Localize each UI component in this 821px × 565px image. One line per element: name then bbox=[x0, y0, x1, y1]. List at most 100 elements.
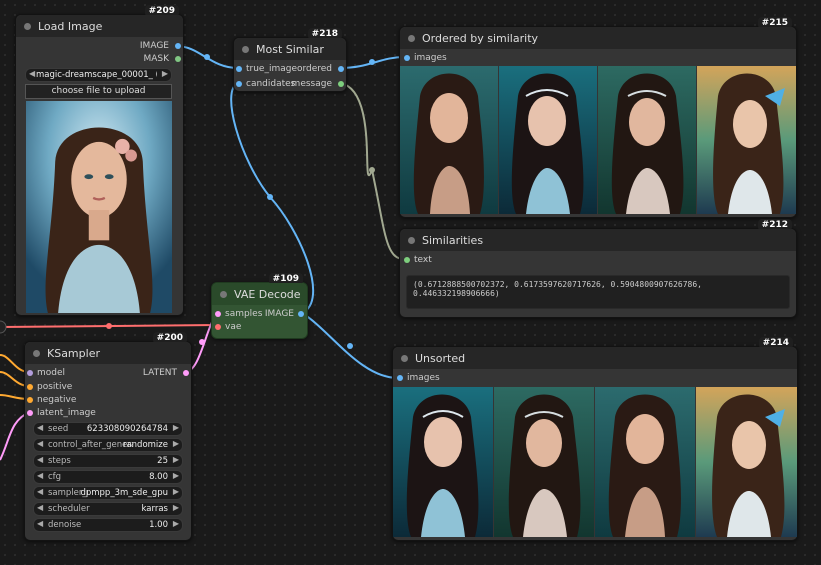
node-title: Most Similar bbox=[256, 43, 324, 56]
cfg-widget[interactable]: ◀ cfg 8.00 ▶ bbox=[33, 470, 183, 484]
output-image-slot[interactable] bbox=[175, 43, 181, 49]
steps-value: 25 bbox=[157, 456, 168, 466]
load-image-node[interactable]: #209 Load Image IMAGE MASK ◀ magic-dream… bbox=[15, 5, 184, 316]
arrow-right-icon[interactable]: ▶ bbox=[173, 503, 179, 512]
unsorted-node[interactable]: #214 Unsorted images bbox=[392, 337, 798, 541]
input-samples-slot[interactable] bbox=[215, 311, 221, 317]
node-title: KSampler bbox=[47, 347, 100, 360]
cfg-label: cfg bbox=[48, 472, 62, 482]
arrow-left-icon[interactable]: ◀ bbox=[37, 487, 43, 496]
steps-widget[interactable]: ◀ steps 25 ▶ bbox=[33, 454, 183, 468]
input-negative-slot[interactable] bbox=[27, 397, 33, 403]
similarities-node[interactable]: #212 Similarities text (0.67128885007023… bbox=[399, 219, 797, 318]
scheduler-label: scheduler bbox=[48, 504, 90, 514]
arrow-right-icon[interactable]: ▶ bbox=[173, 471, 179, 480]
arrow-left-icon[interactable]: ◀ bbox=[37, 503, 43, 512]
output-image-slot[interactable] bbox=[298, 311, 304, 317]
output-ordered-slot[interactable] bbox=[338, 66, 344, 72]
arrow-right-icon[interactable]: ▶ bbox=[162, 69, 168, 78]
output-message-slot[interactable] bbox=[338, 81, 344, 87]
output-latent-label: LATENT bbox=[142, 368, 177, 378]
collapse-dot-icon[interactable] bbox=[242, 46, 249, 53]
collapse-dot-icon[interactable] bbox=[24, 23, 31, 30]
sampler-name-value: dpmpp_3m_sde_gpu bbox=[80, 488, 168, 498]
collapse-dot-icon[interactable] bbox=[401, 355, 408, 362]
input-model-label: model bbox=[37, 368, 66, 378]
vae-decode-node[interactable]: #109 VAE Decode samples vae IMAGE bbox=[211, 273, 308, 339]
cfg-value: 8.00 bbox=[149, 472, 168, 482]
wire-vae-input bbox=[0, 324, 218, 328]
collapse-dot-icon[interactable] bbox=[408, 35, 415, 42]
node-header[interactable]: KSampler bbox=[25, 342, 191, 364]
input-positive-slot[interactable] bbox=[27, 384, 33, 390]
portrait-image bbox=[26, 101, 172, 313]
arrow-right-icon[interactable]: ▶ bbox=[173, 439, 179, 448]
wire-ordered-to-images bbox=[339, 56, 406, 69]
output-message-label: message bbox=[291, 79, 332, 89]
input-vae-label: vae bbox=[225, 322, 242, 332]
scheduler-value: karras bbox=[141, 504, 168, 514]
node-header[interactable]: Similarities bbox=[400, 229, 796, 251]
most-similar-node[interactable]: #218 Most Similar true_image candidates … bbox=[233, 28, 347, 92]
seed-value: 623308090264784 bbox=[86, 424, 168, 434]
arrow-right-icon[interactable]: ▶ bbox=[173, 519, 179, 528]
output-latent-slot[interactable] bbox=[183, 370, 189, 376]
ordered-by-similarity-node[interactable]: #215 Ordered by similarity images bbox=[399, 17, 797, 218]
wire-message-to-text bbox=[339, 82, 405, 260]
arrow-left-icon[interactable]: ◀ bbox=[37, 423, 43, 432]
collapse-dot-icon[interactable] bbox=[33, 350, 40, 357]
arrow-left-icon[interactable]: ◀ bbox=[37, 439, 43, 448]
denoise-widget[interactable]: ◀ denoise 1.00 ▶ bbox=[33, 518, 183, 532]
input-images-slot[interactable] bbox=[397, 375, 403, 381]
output-mask-slot[interactable] bbox=[175, 56, 181, 62]
control-after-generate-widget[interactable]: ◀ control_after_generate randomize ▶ bbox=[33, 438, 183, 452]
output-image-label: IMAGE bbox=[264, 309, 294, 319]
image-file-select[interactable]: ◀ magic-dreamscape_00001_ (1).png ▶ bbox=[25, 68, 172, 82]
input-text-label: text bbox=[414, 255, 432, 265]
node-header[interactable]: Ordered by similarity bbox=[400, 27, 796, 49]
arrow-right-icon[interactable]: ▶ bbox=[173, 455, 179, 464]
input-true-image-slot[interactable] bbox=[236, 66, 242, 72]
output-mask-label: MASK bbox=[143, 54, 169, 64]
image-grid bbox=[393, 387, 797, 537]
input-candidates-slot[interactable] bbox=[236, 81, 242, 87]
input-vae-slot[interactable] bbox=[215, 324, 221, 330]
node-header[interactable]: Load Image bbox=[16, 15, 183, 37]
node-header[interactable]: Most Similar bbox=[234, 38, 346, 60]
node-title: Similarities bbox=[422, 234, 484, 247]
ksampler-node[interactable]: #200 KSampler model positive negative la… bbox=[24, 332, 192, 541]
input-true-image-label: true_image bbox=[246, 64, 298, 74]
arrow-left-icon[interactable]: ◀ bbox=[37, 519, 43, 528]
steps-label: steps bbox=[48, 456, 71, 466]
arrow-left-icon[interactable]: ◀ bbox=[29, 69, 35, 78]
node-header[interactable]: VAE Decode bbox=[212, 283, 307, 305]
denoise-label: denoise bbox=[48, 520, 82, 530]
input-images-slot[interactable] bbox=[404, 55, 410, 61]
arrow-left-icon[interactable]: ◀ bbox=[37, 471, 43, 480]
similarities-text-area[interactable]: (0.6712888500702372, 0.6173597620717626,… bbox=[406, 275, 790, 309]
collapse-dot-icon[interactable] bbox=[408, 237, 415, 244]
node-title: Ordered by similarity bbox=[422, 32, 539, 45]
arrow-left-icon[interactable]: ◀ bbox=[37, 455, 43, 464]
collapse-dot-icon[interactable] bbox=[220, 291, 227, 298]
input-latent-slot[interactable] bbox=[27, 410, 33, 416]
node-header[interactable]: Unsorted bbox=[393, 347, 797, 369]
input-samples-label: samples bbox=[225, 309, 263, 319]
control-after-generate-value: randomize bbox=[122, 440, 168, 450]
wire-image-to-true-image bbox=[175, 45, 239, 69]
image-grid bbox=[400, 66, 796, 214]
node-title: Load Image bbox=[38, 20, 103, 33]
input-model-slot[interactable] bbox=[27, 370, 33, 376]
sampler-name-widget[interactable]: ◀ sampler_name dpmpp_3m_sde_gpu ▶ bbox=[33, 486, 183, 500]
arrow-right-icon[interactable]: ▶ bbox=[173, 487, 179, 496]
input-candidates-label: candidates bbox=[246, 79, 296, 89]
control-after-generate-label: control_after_generate bbox=[48, 440, 133, 450]
seed-widget[interactable]: ◀ seed 623308090264784 ▶ bbox=[33, 422, 183, 436]
scheduler-widget[interactable]: ◀ scheduler karras ▶ bbox=[33, 502, 183, 516]
input-images-label: images bbox=[407, 373, 440, 383]
seed-label: seed bbox=[48, 424, 69, 434]
input-images-label: images bbox=[414, 53, 447, 63]
upload-button[interactable]: choose file to upload bbox=[25, 84, 172, 99]
arrow-right-icon[interactable]: ▶ bbox=[173, 423, 179, 432]
input-text-slot[interactable] bbox=[404, 257, 410, 263]
